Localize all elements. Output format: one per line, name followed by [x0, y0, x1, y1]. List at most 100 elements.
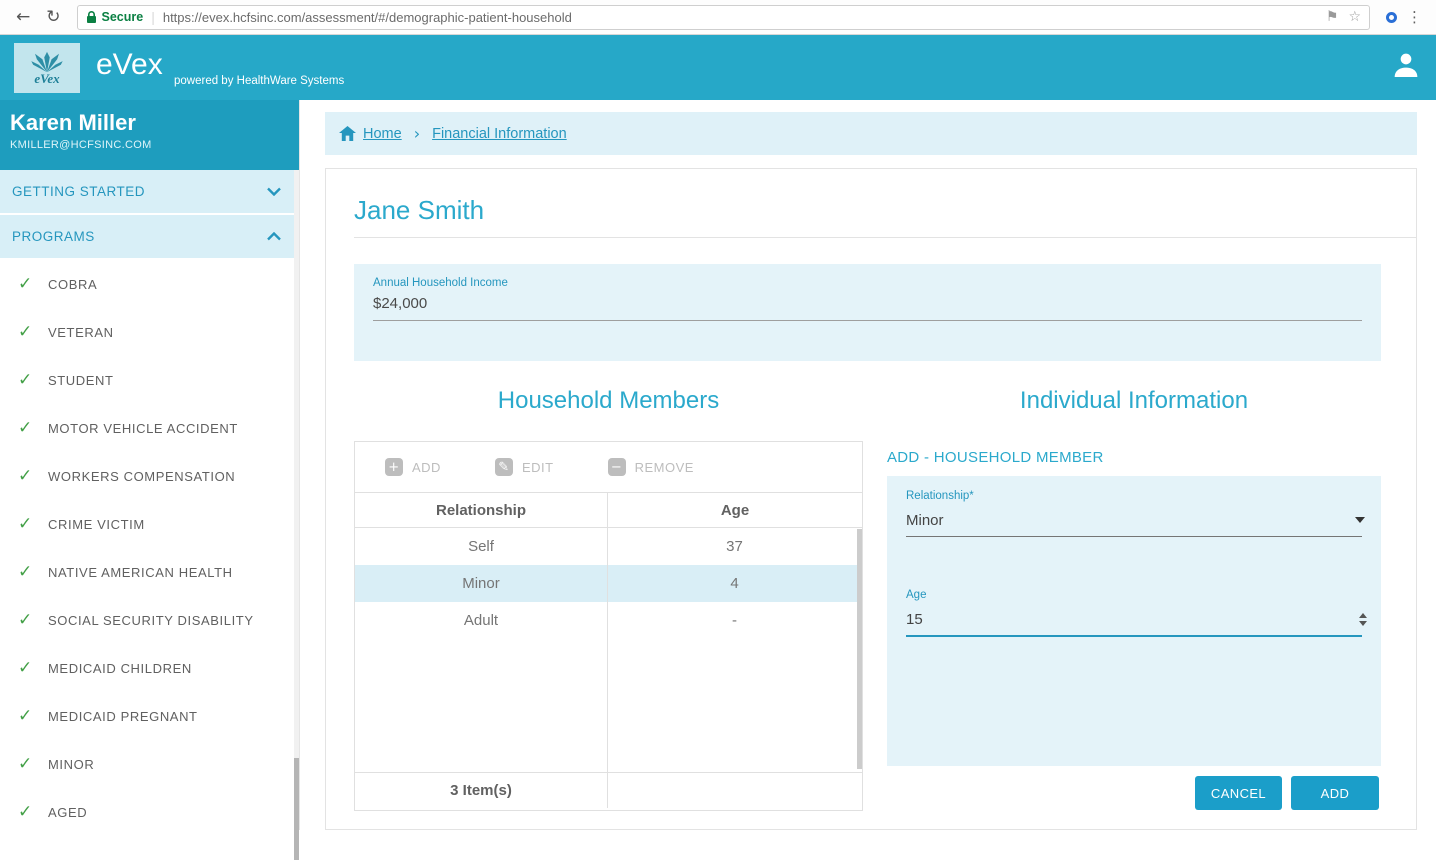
sidebar-item-label: COBRA	[48, 277, 97, 292]
remove-button-label: REMOVE	[635, 460, 694, 475]
dropdown-caret-icon	[1355, 517, 1365, 523]
home-icon[interactable]	[339, 126, 356, 141]
sidebar-item-label: SOCIAL SECURITY DISABILITY	[48, 613, 254, 628]
sidebar-programs-list: ✓COBRA✓VETERAN✓STUDENT✓MOTOR VEHICLE ACC…	[0, 260, 299, 836]
sidebar-item-label: VETERAN	[48, 325, 114, 340]
check-icon: ✓	[18, 610, 48, 630]
household-table-body: Self37Minor4Adult-	[355, 528, 862, 772]
table-toolbar: + ADD ✎ EDIT − REMOVE	[355, 442, 862, 493]
section-label: PROGRAMS	[12, 229, 95, 244]
check-icon: ✓	[18, 658, 48, 678]
income-label: Annual Household Income	[373, 277, 508, 289]
url-text[interactable]: https://evex.hcfsinc.com/assessment/#/de…	[163, 10, 1316, 25]
sidebar-item-workers-compensation[interactable]: ✓WORKERS COMPENSATION	[0, 452, 299, 500]
sidebar-item-student[interactable]: ✓STUDENT	[0, 356, 299, 404]
account-icon[interactable]	[1390, 49, 1422, 86]
sidebar-item-label: CRIME VICTIM	[48, 517, 145, 532]
brand-name: eVex	[96, 48, 163, 82]
table-cell: Adult	[355, 602, 607, 639]
check-icon: ✓	[18, 514, 48, 534]
table-row[interactable]: Adult-	[355, 602, 862, 639]
sidebar-item-label: STUDENT	[48, 373, 114, 388]
section-label: GETTING STARTED	[12, 184, 145, 199]
add-icon: +	[385, 458, 403, 476]
sidebar-item-label: WORKERS COMPENSATION	[48, 469, 235, 484]
main-content: Home › Financial Information Jane Smith …	[300, 100, 1436, 830]
age-input[interactable]: 15	[906, 608, 1367, 630]
cancel-button[interactable]: CANCEL	[1195, 776, 1282, 810]
powered-by-text: powered by HealthWare Systems	[174, 75, 344, 87]
sidebar-item-label: AGED	[48, 805, 87, 820]
add-member-button[interactable]: + ADD	[385, 458, 441, 476]
lock-icon[interactable]	[86, 11, 97, 24]
number-spinner-icon[interactable]	[1359, 613, 1367, 626]
income-panel: Annual Household Income $24,000	[354, 264, 1381, 361]
browser-toolbar: ← ↻ Secure | https://evex.hcfsinc.com/as…	[0, 0, 1436, 35]
relationship-label: Relationship*	[906, 490, 974, 502]
member-form-panel: Relationship* Minor Age 15	[887, 476, 1381, 766]
patient-name: Jane Smith	[354, 195, 484, 226]
user-name: Karen Miller	[10, 111, 285, 135]
edit-member-button[interactable]: ✎ EDIT	[495, 458, 554, 476]
table-cell: 4	[607, 565, 862, 602]
check-icon: ✓	[18, 466, 48, 486]
breadcrumb-separator-icon: ›	[414, 124, 420, 143]
refresh-icon[interactable]: ↻	[46, 9, 60, 26]
sidebar-item-label: MEDICAID CHILDREN	[48, 661, 192, 676]
breadcrumb-current-link[interactable]: Financial Information	[432, 126, 567, 142]
relationship-select[interactable]: Minor	[906, 509, 1365, 531]
edit-pencil-icon: ✎	[495, 458, 513, 476]
flag-icon[interactable]: ⚑	[1326, 10, 1339, 24]
divider	[354, 237, 1416, 238]
remove-member-button[interactable]: − REMOVE	[608, 458, 694, 476]
sidebar-scrollbar-thumb[interactable]	[294, 758, 299, 860]
sidebar-item-label: MINOR	[48, 757, 94, 772]
sidebar-item-native-american-health[interactable]: ✓NATIVE AMERICAN HEALTH	[0, 548, 299, 596]
browser-menu-icon[interactable]: ⋮	[1407, 8, 1422, 26]
table-footer-row: 3 Item(s)	[355, 772, 862, 808]
breadcrumb-home-link[interactable]: Home	[363, 126, 402, 142]
sidebar-item-social-security-disability[interactable]: ✓SOCIAL SECURITY DISABILITY	[0, 596, 299, 644]
relationship-underline	[906, 536, 1362, 537]
sidebar-scrollbar[interactable]	[294, 170, 299, 830]
age-label: Age	[906, 589, 926, 601]
sidebar-section-programs[interactable]: PROGRAMS	[0, 215, 299, 260]
table-header-row: Relationship Age	[355, 493, 862, 528]
evex-logo[interactable]: eVex	[14, 43, 80, 93]
column-header-age: Age	[607, 493, 862, 527]
sidebar-item-motor-vehicle-accident[interactable]: ✓MOTOR VEHICLE ACCIDENT	[0, 404, 299, 452]
check-icon: ✓	[18, 322, 48, 342]
sidebar-item-crime-victim[interactable]: ✓CRIME VICTIM	[0, 500, 299, 548]
sidebar-item-aged[interactable]: ✓AGED	[0, 788, 299, 836]
check-icon: ✓	[18, 274, 48, 294]
table-scrollbar-thumb[interactable]	[857, 529, 862, 769]
individual-information-title: Individual Information	[887, 387, 1381, 415]
back-icon[interactable]: ←	[16, 9, 30, 26]
spinner-down-icon[interactable]	[1359, 621, 1367, 626]
secure-label[interactable]: Secure	[102, 10, 144, 24]
table-row[interactable]: Minor4	[355, 565, 862, 602]
sidebar-item-medicaid-children[interactable]: ✓MEDICAID CHILDREN	[0, 644, 299, 692]
footer-empty-cell	[607, 773, 862, 808]
check-icon: ✓	[18, 418, 48, 438]
sidebar-item-veteran[interactable]: ✓VETERAN	[0, 308, 299, 356]
add-submit-button[interactable]: ADD	[1291, 776, 1379, 810]
income-value-field[interactable]: $24,000	[373, 295, 427, 312]
spinner-up-icon[interactable]	[1359, 613, 1367, 618]
relationship-value: Minor	[906, 512, 944, 529]
address-bar[interactable]: Secure | https://evex.hcfsinc.com/assess…	[77, 5, 1371, 30]
table-row[interactable]: Self37	[355, 528, 862, 565]
sidebar-item-minor[interactable]: ✓MINOR	[0, 740, 299, 788]
address-divider: |	[151, 9, 155, 25]
sidebar-item-medicaid-pregnant[interactable]: ✓MEDICAID PREGNANT	[0, 692, 299, 740]
extension-icon[interactable]	[1386, 12, 1397, 23]
chevron-up-icon	[267, 232, 281, 241]
age-underline	[906, 635, 1362, 637]
check-icon: ✓	[18, 706, 48, 726]
sidebar-section-getting-started[interactable]: GETTING STARTED	[0, 170, 299, 215]
bookmark-star-icon[interactable]: ☆	[1348, 10, 1361, 24]
add-button-label: ADD	[412, 460, 441, 475]
sidebar-item-cobra[interactable]: ✓COBRA	[0, 260, 299, 308]
sidebar-item-label: MEDICAID PREGNANT	[48, 709, 198, 724]
income-underline	[373, 320, 1362, 321]
